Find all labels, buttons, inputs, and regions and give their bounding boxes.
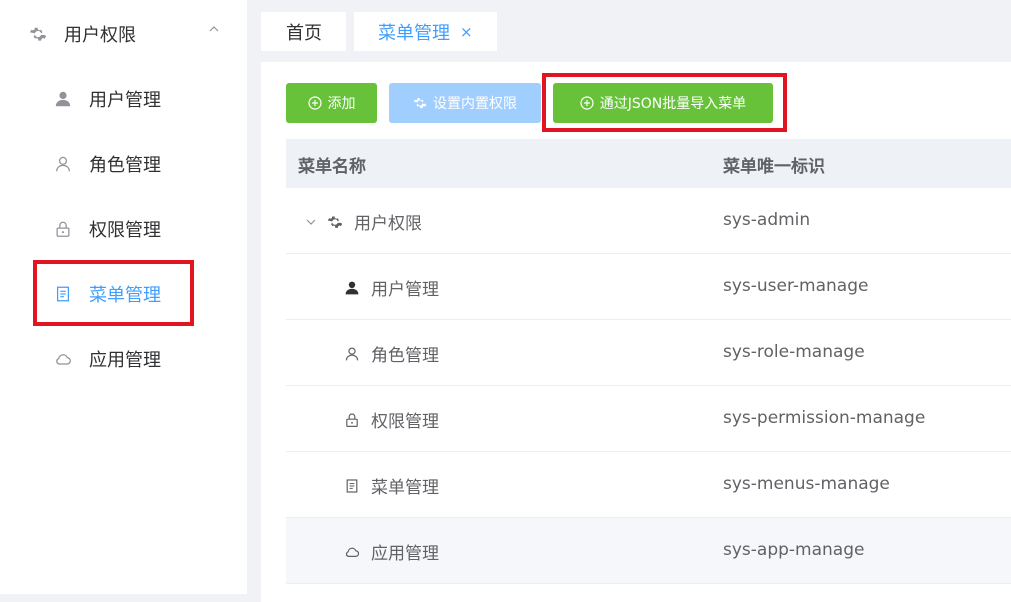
add-button-label: 添加 <box>327 96 356 112</box>
tab-home[interactable]: 首页 <box>261 12 346 51</box>
tab-menu-manage[interactable]: 菜单管理 × <box>354 12 497 51</box>
gear-icon <box>413 96 427 110</box>
tab-label: 首页 <box>286 22 322 44</box>
sidebar-item-menu-manage[interactable]: 菜单管理 <box>0 262 247 326</box>
chevron-up-icon <box>209 26 219 32</box>
sidebar: 用户权限 用户管理 角色管理 权限管理 菜单管理 应用管理 <box>0 0 247 594</box>
import-json-menu-label: 通过JSON批量导入菜单 <box>599 96 747 112</box>
column-header-menu-key: 菜单唯一标识 <box>723 157 825 177</box>
table-row[interactable]: 用户管理 sys-user-manage <box>286 254 1011 320</box>
cloud-icon <box>343 543 361 561</box>
set-builtin-permission-label: 设置内置权限 <box>433 96 517 112</box>
user-filled-icon <box>343 279 361 297</box>
cloud-icon <box>53 349 73 369</box>
sidebar-group-user-permissions[interactable]: 用户权限 <box>0 2 247 66</box>
menu-name-cell: 权限管理 <box>371 412 439 432</box>
column-header-menu-name: 菜单名称 <box>298 157 366 177</box>
menu-key-cell: sys-role-manage <box>723 342 865 362</box>
sidebar-item-app-manage[interactable]: 应用管理 <box>0 327 247 391</box>
menu-name-cell: 应用管理 <box>371 544 439 564</box>
menu-key-cell: sys-menus-manage <box>723 474 890 494</box>
gear-icon <box>326 213 344 231</box>
table-header: 菜单名称 菜单唯一标识 <box>286 139 1011 188</box>
lock-icon <box>53 219 73 239</box>
menu-key-cell: sys-permission-manage <box>723 408 926 428</box>
menu-name-cell: 角色管理 <box>371 346 439 366</box>
sidebar-item-user-manage[interactable]: 用户管理 <box>0 67 247 131</box>
plus-circle-icon <box>307 96 322 110</box>
import-json-menu-button[interactable]: 通过JSON批量导入菜单 <box>553 83 773 123</box>
table-row[interactable]: 菜单管理 sys-menus-manage <box>286 452 1011 518</box>
menu-key-cell: sys-user-manage <box>723 276 869 296</box>
table-row[interactable]: 用户权限 sys-admin <box>286 188 1011 254</box>
menu-key-cell: sys-app-manage <box>723 540 865 560</box>
menu-name-cell: 菜单管理 <box>371 478 439 498</box>
table-row[interactable]: 应用管理 sys-app-manage <box>286 518 1011 584</box>
user-filled-icon <box>53 89 73 109</box>
sidebar-item-permission-manage[interactable]: 权限管理 <box>0 197 247 261</box>
sidebar-item-label: 应用管理 <box>89 350 161 371</box>
close-icon[interactable]: × <box>460 23 473 41</box>
tab-label: 菜单管理 <box>378 22 450 44</box>
user-outline-icon <box>53 154 73 174</box>
sidebar-item-label: 用户管理 <box>89 90 161 111</box>
sidebar-item-label: 角色管理 <box>89 155 161 176</box>
sidebar-item-role-manage[interactable]: 角色管理 <box>0 132 247 196</box>
menu-name-cell: 用户权限 <box>354 214 422 234</box>
menu-name-cell: 用户管理 <box>371 280 439 300</box>
main-panel: 添加 设置内置权限 通过JSON批量导入菜单 菜单名称 菜单唯一标识 用户权限 … <box>261 62 1011 602</box>
menu-key-cell: sys-admin <box>723 210 811 230</box>
sidebar-item-label: 权限管理 <box>89 220 161 241</box>
document-icon <box>53 284 73 304</box>
plus-circle-icon <box>580 96 594 110</box>
user-outline-icon <box>343 345 361 363</box>
table-row[interactable]: 角色管理 sys-role-manage <box>286 320 1011 386</box>
sidebar-item-label: 菜单管理 <box>89 285 161 306</box>
set-builtin-permission-button[interactable]: 设置内置权限 <box>389 83 541 123</box>
chevron-down-icon[interactable] <box>304 215 318 229</box>
add-button[interactable]: 添加 <box>286 83 377 123</box>
sidebar-group-label: 用户权限 <box>64 25 136 46</box>
document-icon <box>343 477 361 495</box>
lock-icon <box>343 411 361 429</box>
table-row[interactable]: 权限管理 sys-permission-manage <box>286 386 1011 452</box>
gear-icon <box>28 24 48 44</box>
